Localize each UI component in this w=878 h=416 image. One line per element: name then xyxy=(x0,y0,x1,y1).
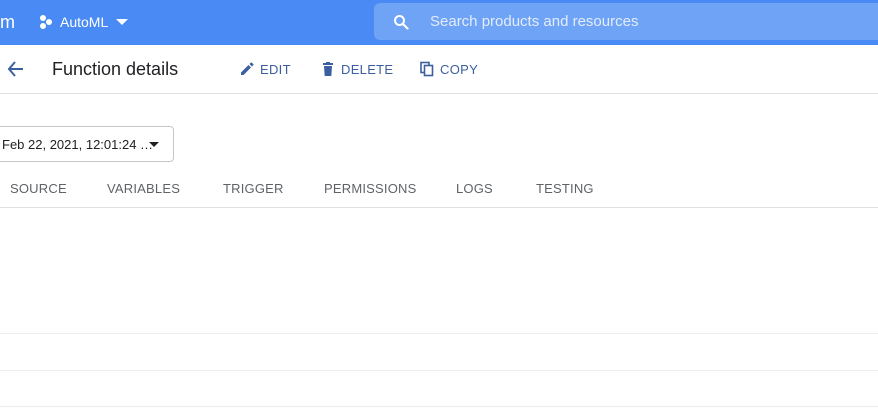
row-divider xyxy=(0,333,878,334)
row-divider xyxy=(0,370,878,371)
project-dots-icon xyxy=(40,15,52,29)
copy-label: COPY xyxy=(440,61,479,77)
action-bar: Function details EDIT DELETE COPY xyxy=(0,45,878,94)
trash-icon xyxy=(323,62,333,76)
pencil-icon xyxy=(241,62,254,75)
delete-button[interactable]: DELETE xyxy=(320,59,393,79)
chevron-down-icon xyxy=(116,19,129,25)
delete-label: DELETE xyxy=(341,61,394,77)
search-bar[interactable] xyxy=(374,3,878,40)
tab-variables[interactable]: VARIABLES xyxy=(107,181,180,196)
arrow-back-icon[interactable] xyxy=(6,59,26,79)
copy-button[interactable]: COPY xyxy=(419,59,478,79)
tab-trigger[interactable]: TRIGGER xyxy=(223,181,284,196)
project-picker[interactable]: AutoML xyxy=(38,12,129,32)
row-divider xyxy=(0,406,878,407)
tab-source[interactable]: SOURCE xyxy=(10,181,67,196)
tab-permissions[interactable]: PERMISSIONS xyxy=(324,181,417,196)
copy-icon xyxy=(420,61,434,77)
version-dropdown[interactable]: Feb 22, 2021, 12:01:24 … xyxy=(0,126,174,162)
search-icon xyxy=(394,15,409,30)
search-input[interactable] xyxy=(430,3,870,40)
edit-button[interactable]: EDIT xyxy=(239,59,291,79)
tab-bar: SOURCE VARIABLES TRIGGER PERMISSIONS LOG… xyxy=(0,170,878,208)
edit-label: EDIT xyxy=(260,61,291,77)
project-name: AutoML xyxy=(60,14,109,30)
top-app-bar: m AutoML xyxy=(0,0,878,45)
page-title: Function details xyxy=(52,59,179,79)
brand-name-fragment[interactable]: m xyxy=(0,11,15,33)
version-value: Feb 22, 2021, 12:01:24 … xyxy=(2,136,154,152)
tab-logs[interactable]: LOGS xyxy=(456,181,493,196)
dropdown-arrow-icon xyxy=(149,142,159,147)
tab-testing[interactable]: TESTING xyxy=(536,181,594,196)
